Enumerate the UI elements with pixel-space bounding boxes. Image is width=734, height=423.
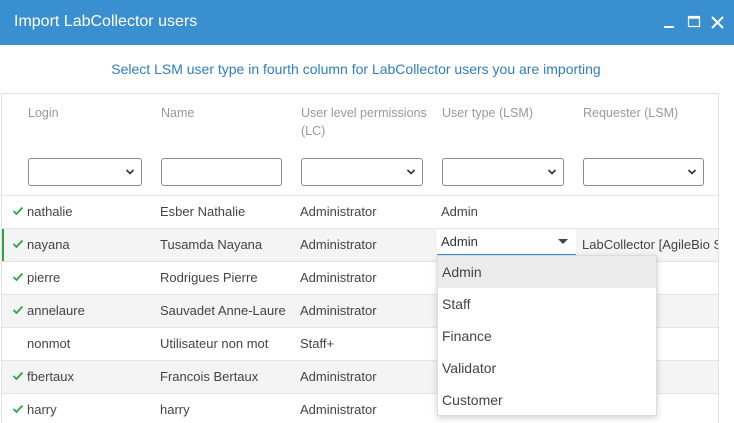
caret-down-icon xyxy=(558,239,568,244)
cell-name: Esber Nathalie xyxy=(160,204,246,219)
cell-name: Utilisateur non mot xyxy=(160,336,269,351)
dropdown-option-customer[interactable]: Customer xyxy=(438,384,656,416)
instruction-text: Select LSM user type in fourth column fo… xyxy=(111,61,601,77)
window-titlebar: Import LabCollector users xyxy=(0,0,734,45)
level-filter-select[interactable] xyxy=(301,158,423,186)
dropdown-option-finance[interactable]: Finance xyxy=(438,320,656,352)
usertype-select-value: Admin xyxy=(441,234,478,249)
cell-name: harry xyxy=(160,402,190,417)
check-icon xyxy=(12,371,24,381)
column-header-login: Login xyxy=(28,106,59,120)
cell-name: Sauvadet Anne-Laure xyxy=(160,303,286,318)
name-filter-input[interactable] xyxy=(161,158,282,186)
chevron-down-icon xyxy=(687,169,697,175)
usertype-select[interactable]: Admin xyxy=(437,229,576,255)
cell-level: Administrator xyxy=(300,369,377,384)
row-selected-marker xyxy=(2,229,4,262)
login-filter-select[interactable] xyxy=(28,158,142,186)
cell-level: Administrator xyxy=(300,303,377,318)
requester-filter-select[interactable] xyxy=(583,158,704,186)
cell-level: Administrator xyxy=(300,270,377,285)
chevron-down-icon xyxy=(547,169,557,175)
cell-login: nonmot xyxy=(27,336,71,351)
check-icon xyxy=(12,404,24,414)
usertype-filter-select[interactable] xyxy=(442,158,564,186)
cell-level: Administrator xyxy=(300,402,377,417)
cell-login: annelaure xyxy=(27,303,85,318)
check-icon xyxy=(12,305,24,315)
column-header-name: Name xyxy=(161,106,195,120)
cell-level: Administrator xyxy=(300,237,377,252)
column-header-level: User level permissions (LC) xyxy=(301,106,427,138)
cell-usertype[interactable]: Admin xyxy=(441,204,478,219)
cell-level: Administrator xyxy=(300,204,377,219)
usertype-dropdown: Admin Staff Finance Validator Customer xyxy=(437,255,657,416)
cell-login: pierre xyxy=(27,270,61,285)
window-title: Import LabCollector users xyxy=(14,13,198,30)
table-row[interactable]: nathalie Esber Nathalie Administrator Ad… xyxy=(2,195,718,228)
maximize-icon[interactable] xyxy=(684,11,704,33)
close-icon[interactable] xyxy=(708,11,728,33)
cell-login: nayana xyxy=(27,237,70,252)
dropdown-option-validator[interactable]: Validator xyxy=(438,352,656,384)
cell-name: Rodrigues Pierre xyxy=(160,270,258,285)
column-header-usertype: User type (LSM) xyxy=(442,106,533,120)
cell-name: Tusamda Nayana xyxy=(160,237,263,252)
cell-login: harry xyxy=(27,402,57,417)
dropdown-option-admin[interactable]: Admin xyxy=(438,256,656,288)
cell-login: nathalie xyxy=(27,204,73,219)
minimize-icon[interactable] xyxy=(659,11,679,33)
chevron-down-icon xyxy=(406,169,416,175)
dropdown-option-staff[interactable]: Staff xyxy=(438,288,656,320)
check-icon xyxy=(12,206,24,216)
cell-name: Francois Bertaux xyxy=(160,369,259,384)
cell-level: Staff+ xyxy=(300,336,335,351)
check-icon xyxy=(12,272,24,282)
cell-login: fbertaux xyxy=(27,369,74,384)
chevron-down-icon xyxy=(125,169,135,175)
column-header-requester: Requester (LSM) xyxy=(583,106,679,120)
cell-requester: LabCollector [AgileBio S xyxy=(582,237,718,252)
check-icon xyxy=(12,239,24,249)
